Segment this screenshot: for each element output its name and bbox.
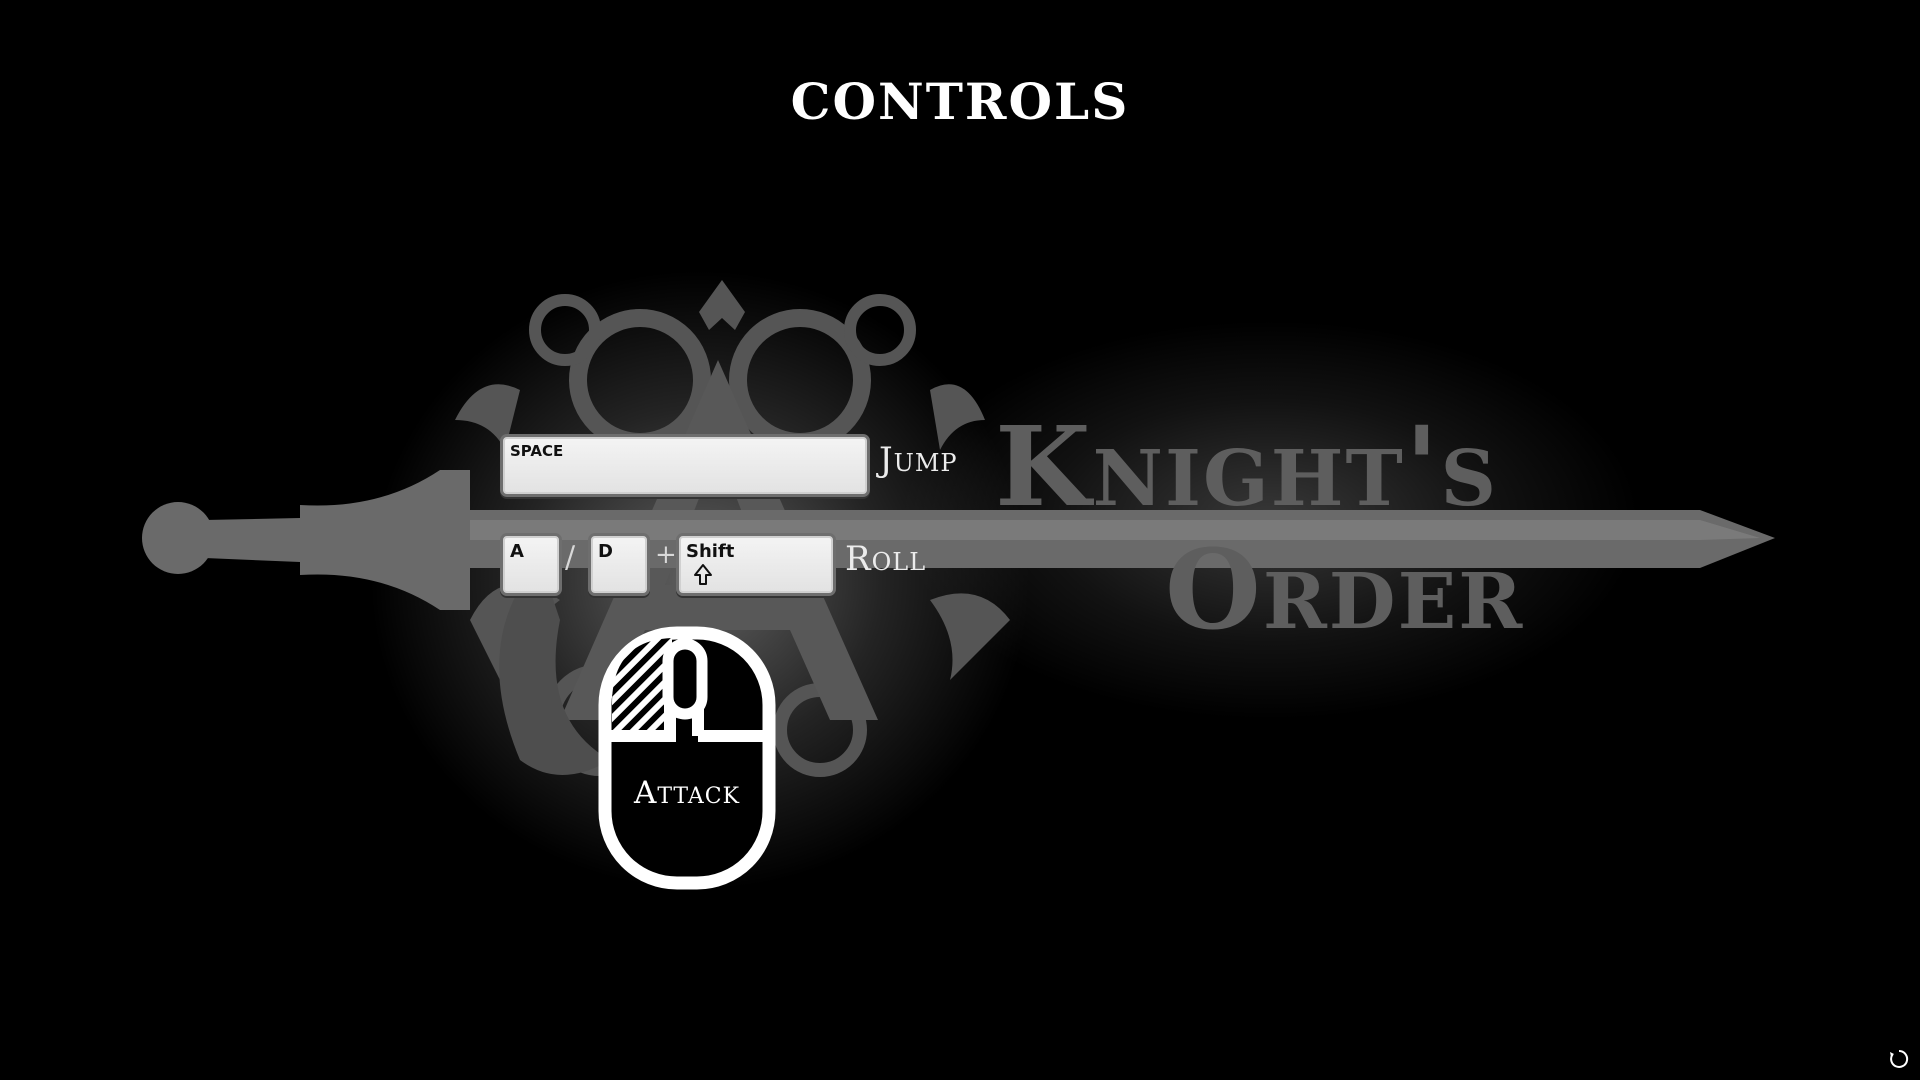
a-key: A — [500, 533, 562, 596]
space-key: SPACE — [500, 434, 870, 497]
mouse-left-click-icon — [598, 626, 776, 890]
loading-spinner-icon — [1890, 1049, 1909, 1068]
d-key-label: D — [598, 541, 613, 562]
page-title: CONTROLS — [790, 72, 1130, 131]
jump-action-label: Jump — [879, 440, 958, 480]
attack-action-label: Attack — [633, 775, 741, 811]
controls-screen: Knight's Order CONTROLS SPACE Jump A / D… — [0, 0, 1920, 1080]
key-combo-plus: + — [655, 540, 677, 570]
svg-text:Order: Order — [1165, 525, 1524, 654]
d-key: D — [588, 533, 650, 596]
space-key-label: SPACE — [510, 442, 564, 460]
shift-key: Shift — [676, 533, 836, 596]
key-separator-slash: / — [565, 540, 576, 575]
svg-text:Knight's: Knight's — [995, 402, 1498, 531]
roll-action-label: Roll — [845, 539, 927, 579]
a-key-label: A — [510, 541, 524, 562]
shift-key-label: Shift — [686, 541, 735, 562]
knights-order-emblem: Knight's Order — [142, 270, 1775, 890]
shift-arrow-icon — [693, 563, 713, 592]
